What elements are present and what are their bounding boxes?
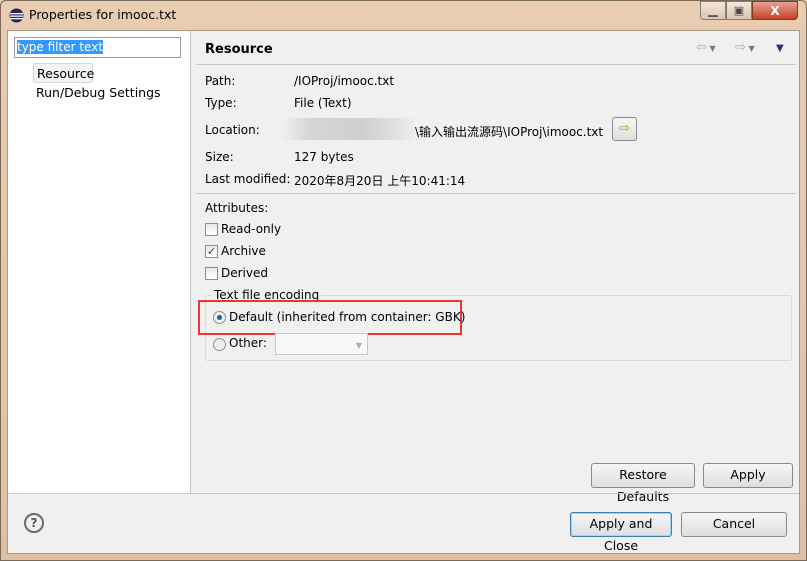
view-menu-icon[interactable]: ▼ bbox=[776, 43, 784, 54]
modified-label: Last modified: bbox=[205, 172, 291, 186]
apply-and-close-button[interactable]: Apply and Close bbox=[570, 512, 672, 553]
size-value: 127 bytes bbox=[294, 150, 354, 164]
minimize-button[interactable]: ▁ bbox=[700, 1, 726, 20]
eclipse-icon bbox=[9, 8, 24, 23]
encoding-select[interactable]: ▼ bbox=[275, 333, 368, 355]
sidebar-item-run-debug[interactable]: Run/Debug Settings bbox=[36, 85, 161, 100]
cancel-button[interactable]: Cancel bbox=[681, 512, 787, 537]
help-icon[interactable]: ? bbox=[24, 513, 44, 533]
read-only-checkbox[interactable] bbox=[205, 223, 218, 236]
derived-label: Derived bbox=[221, 266, 268, 280]
type-value: File (Text) bbox=[294, 96, 352, 110]
size-label: Size: bbox=[205, 150, 234, 164]
apply-button[interactable]: Apply bbox=[703, 463, 793, 488]
maximize-button[interactable]: ▣ bbox=[726, 1, 752, 20]
path-value: /IOProj/imooc.txt bbox=[294, 74, 395, 88]
close-button[interactable]: X bbox=[752, 1, 798, 20]
window-title: Properties for imooc.txt bbox=[29, 7, 177, 22]
path-label: Path: bbox=[205, 74, 236, 88]
default-encoding-radio[interactable] bbox=[213, 311, 226, 324]
archive-label: Archive bbox=[221, 244, 266, 258]
sidebar-item-resource[interactable]: Resource bbox=[33, 63, 94, 83]
restore-defaults-button[interactable]: Restore Defaults bbox=[591, 463, 695, 504]
attributes-label: Attributes: bbox=[205, 201, 269, 215]
filter-input[interactable]: type filter text bbox=[14, 37, 181, 58]
forward-icon[interactable]: ⇨ ▼ bbox=[735, 40, 755, 55]
redacted-region bbox=[282, 118, 416, 140]
page-title: Resource bbox=[205, 42, 273, 57]
back-icon[interactable]: ⇦ ▼ bbox=[696, 40, 716, 55]
sidebar bbox=[8, 31, 191, 493]
default-encoding-label: Default (inherited from container: GBK) bbox=[229, 310, 466, 324]
divider bbox=[196, 64, 796, 65]
archive-checkbox[interactable]: ✓ bbox=[205, 245, 218, 258]
divider bbox=[8, 493, 799, 494]
read-only-label: Read-only bbox=[221, 222, 282, 236]
location-label: Location: bbox=[205, 123, 260, 137]
derived-checkbox[interactable] bbox=[205, 267, 218, 280]
show-in-explorer-button[interactable]: ⇨ bbox=[612, 117, 637, 141]
divider bbox=[196, 193, 796, 194]
type-label: Type: bbox=[205, 96, 237, 110]
modified-value: 2020年8月20日 上午10:41:14 bbox=[294, 174, 466, 188]
location-value: \输入输出流源码\IOProj\imooc.txt bbox=[415, 125, 604, 139]
other-encoding-label: Other: bbox=[229, 336, 267, 350]
other-encoding-radio[interactable] bbox=[213, 338, 226, 351]
